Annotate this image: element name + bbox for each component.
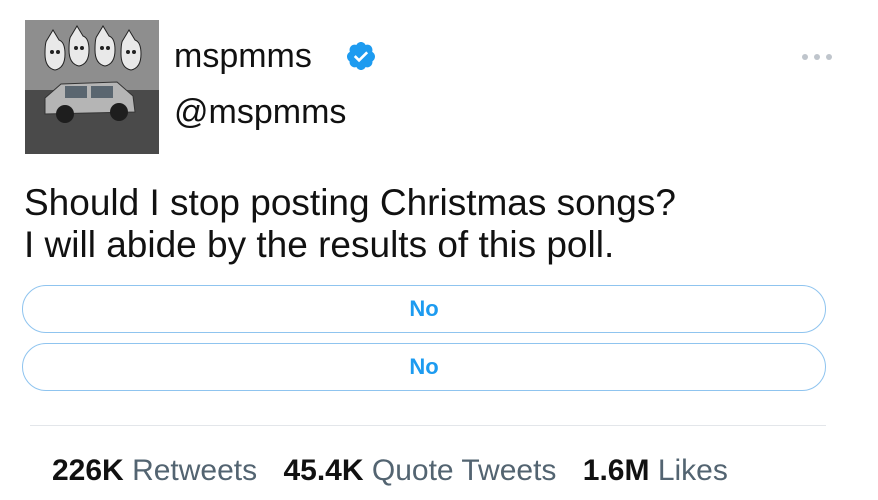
display-name[interactable]: mspmms [174,36,312,76]
retweets-label: Retweets [132,454,258,487]
avatar-image [25,20,159,154]
tweet-text-line: I will abide by the results of this poll… [24,224,615,265]
more-dot [802,54,808,60]
divider [30,425,826,426]
quote-tweets-stat[interactable]: 45.4K Quote Tweets [283,454,556,487]
retweets-count: 226K [52,454,124,487]
tweet-text: Should I stop posting Christmas songs? I… [24,182,844,266]
verified-badge-icon [346,42,375,70]
retweets-stat[interactable]: 226K Retweets [52,454,257,487]
more-dot [814,54,820,60]
likes-count: 1.6M [582,454,650,487]
user-handle[interactable]: @mspmms [174,92,346,132]
likes-label: Likes [657,454,728,487]
poll-option-1-button[interactable]: No [22,285,826,333]
tweet-text-line: Should I stop posting Christmas songs? [24,182,676,223]
tweet-stats: 226K Retweets 45.4K Quote Tweets 1.6M Li… [52,452,746,490]
likes-stat[interactable]: 1.6M Likes [583,454,728,487]
profile-avatar[interactable] [25,20,159,154]
more-dot [826,54,832,60]
poll-option-2-button[interactable]: No [22,343,826,391]
quote-tweets-label: Quote Tweets [371,454,557,487]
quote-tweets-count: 45.4K [283,454,364,487]
more-options-icon[interactable] [802,52,832,62]
